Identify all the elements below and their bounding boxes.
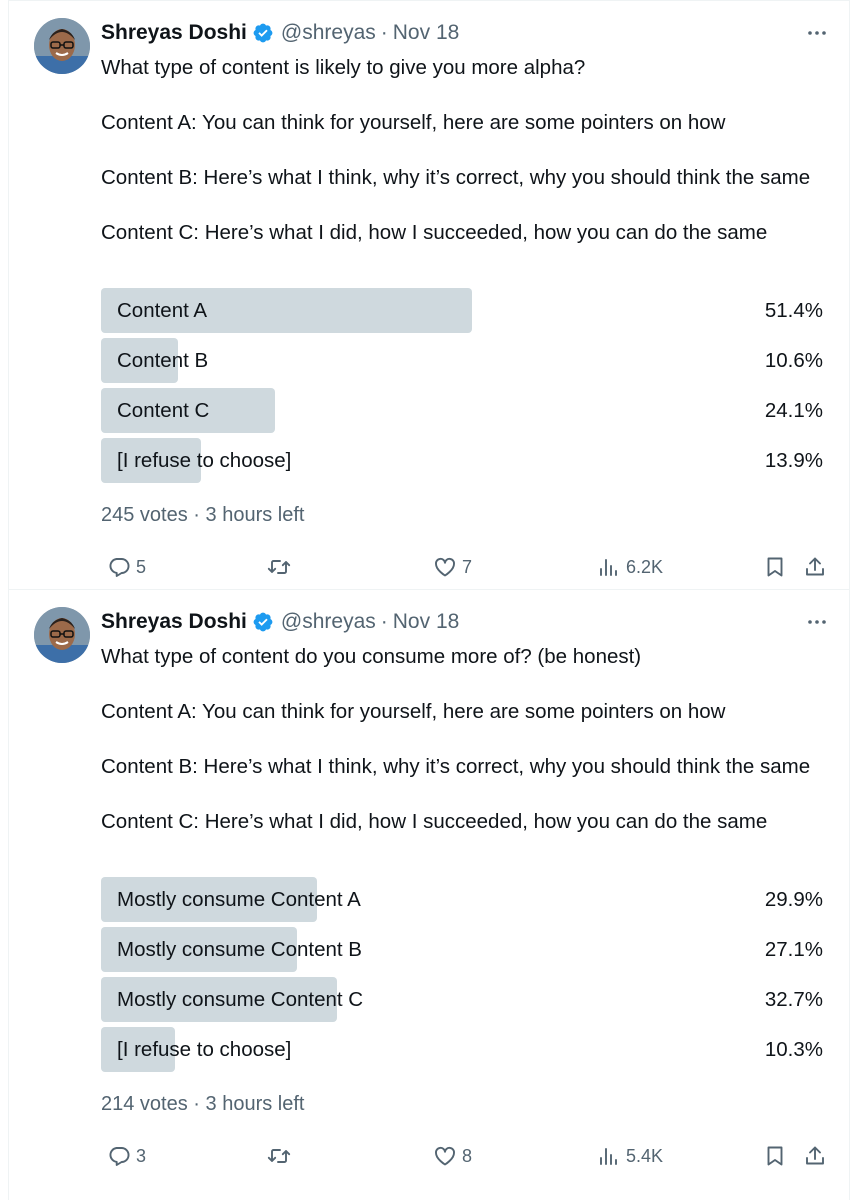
- tweet-1[interactable]: Shreyas Doshi @shreyas · Nov 18 What typ…: [9, 0, 849, 589]
- poll-option-label: Mostly consume Content C: [117, 988, 364, 1011]
- more-icon[interactable]: [805, 608, 829, 636]
- bookmark-icon: [767, 557, 783, 577]
- avatar[interactable]: [34, 607, 90, 663]
- views-icon: [600, 559, 617, 576]
- poll-option-label: Mostly consume Content B: [117, 938, 362, 961]
- tweet-line-b: Content B: Here’s what I think, why it’s…: [101, 755, 811, 778]
- more-icon[interactable]: [805, 19, 829, 47]
- tweet-date[interactable]: Nov 18: [393, 608, 460, 636]
- views-icon: [600, 1148, 617, 1165]
- tweet-text: What type of content is likely to give y…: [101, 54, 813, 247]
- poll-option-percent: 24.1%: [764, 399, 823, 422]
- poll: Mostly consume Content A 29.9% Mostly co…: [101, 877, 823, 1077]
- like-button[interactable]: 8: [433, 1140, 472, 1172]
- tweet-header: Shreyas Doshi @shreyas · Nov 18: [101, 608, 829, 636]
- tweet-line-b: Content B: Here’s what I think, why it’s…: [101, 166, 811, 189]
- like-icon: [435, 1146, 455, 1166]
- author-handle[interactable]: @shreyas: [281, 608, 376, 636]
- view-count: 6.2K: [626, 556, 664, 577]
- retweet-button[interactable]: [266, 1140, 297, 1172]
- poll-option-percent: 27.1%: [764, 938, 823, 961]
- avatar[interactable]: [34, 18, 90, 74]
- poll-option-label: Content B: [117, 349, 209, 372]
- poll-option-label: Mostly consume Content A: [117, 888, 361, 911]
- poll-option-label: [I refuse to choose]: [117, 1038, 292, 1061]
- author-handle[interactable]: @shreyas: [281, 19, 376, 47]
- author-name[interactable]: Shreyas Doshi: [101, 608, 247, 636]
- poll-option[interactable]: Content C 24.1%: [101, 388, 823, 433]
- poll-time-left: 3 hours left: [205, 1093, 305, 1115]
- retweet-icon: [267, 1149, 291, 1163]
- like-count: 7: [462, 556, 473, 577]
- tweet-line-c: Content C: Here’s what I did, how I succ…: [101, 810, 768, 833]
- poll-option[interactable]: [I refuse to choose] 13.9%: [101, 438, 823, 483]
- share-button[interactable]: [803, 1140, 827, 1172]
- reply-button[interactable]: 3: [107, 1140, 146, 1172]
- tweet-line-a: Content A: You can think for yourself, h…: [101, 700, 726, 723]
- poll-option-percent: 10.3%: [764, 1038, 823, 1061]
- tweet-2[interactable]: Shreyas Doshi @shreyas · Nov 18 What typ…: [9, 589, 849, 1178]
- bookmark-icon: [767, 1146, 783, 1166]
- like-icon: [435, 557, 455, 577]
- bookmark-button[interactable]: [763, 551, 787, 583]
- poll-option-label: [I refuse to choose]: [117, 449, 292, 472]
- share-icon: [806, 1146, 824, 1165]
- poll-option[interactable]: Mostly consume Content A 29.9%: [101, 877, 823, 922]
- verified-badge-icon: [252, 611, 274, 633]
- poll-meta: 245 votes · 3 hours left: [101, 501, 304, 529]
- action-bar: 5 7 6.2K: [101, 551, 829, 583]
- poll-option-percent: 32.7%: [764, 988, 823, 1011]
- action-bar: 3 8 5.4K: [101, 1140, 829, 1172]
- poll-option-percent: 10.6%: [764, 349, 823, 372]
- bookmark-button[interactable]: [763, 1140, 787, 1172]
- views-button[interactable]: 5.4K: [597, 1140, 663, 1172]
- retweet-button[interactable]: [266, 551, 297, 583]
- views-button[interactable]: 6.2K: [597, 551, 663, 583]
- tweet-line-a: Content A: You can think for yourself, h…: [101, 111, 726, 134]
- poll-option-label: Content C: [117, 399, 210, 422]
- poll-option[interactable]: Mostly consume Content B 27.1%: [101, 927, 823, 972]
- poll-meta: 214 votes · 3 hours left: [101, 1090, 304, 1118]
- tweet-line-c: Content C: Here’s what I did, how I succ…: [101, 221, 768, 244]
- view-count: 5.4K: [626, 1145, 664, 1166]
- tweet-text: What type of content do you consume more…: [101, 643, 813, 836]
- poll-option[interactable]: Content A 51.4%: [101, 288, 823, 333]
- poll-option[interactable]: Mostly consume Content C 32.7%: [101, 977, 823, 1022]
- poll-option-percent: 29.9%: [764, 888, 823, 911]
- reply-icon: [109, 558, 130, 577]
- reply-button[interactable]: 5: [107, 551, 146, 583]
- like-button[interactable]: 7: [433, 551, 472, 583]
- poll: Content A 51.4% Content B 10.6% Content …: [101, 288, 823, 488]
- reply-count: 3: [136, 1145, 147, 1166]
- poll-votes: 214 votes: [101, 1093, 188, 1115]
- poll-option-label: Content A: [117, 299, 208, 322]
- separator: ·: [380, 610, 388, 633]
- verified-badge-icon: [252, 22, 274, 44]
- timeline: Shreyas Doshi @shreyas · Nov 18 What typ…: [8, 0, 850, 1200]
- tweet-question: What type of content do you consume more…: [101, 645, 642, 668]
- separator: ·: [193, 1093, 200, 1115]
- like-count: 8: [462, 1145, 473, 1166]
- poll-option[interactable]: Content B 10.6%: [101, 338, 823, 383]
- share-button[interactable]: [803, 551, 827, 583]
- tweet-date[interactable]: Nov 18: [393, 19, 460, 47]
- separator: ·: [380, 21, 388, 44]
- tweet-question: What type of content is likely to give y…: [101, 56, 586, 79]
- reply-icon: [109, 1147, 130, 1166]
- reply-count: 5: [136, 556, 147, 577]
- poll-option[interactable]: [I refuse to choose] 10.3%: [101, 1027, 823, 1072]
- share-icon: [806, 557, 824, 576]
- poll-option-percent: 13.9%: [764, 449, 823, 472]
- poll-option-percent: 51.4%: [764, 299, 823, 322]
- separator: ·: [193, 504, 200, 526]
- poll-time-left: 3 hours left: [205, 504, 305, 526]
- author-name[interactable]: Shreyas Doshi: [101, 19, 247, 47]
- tweet-header: Shreyas Doshi @shreyas · Nov 18: [101, 19, 829, 47]
- poll-votes: 245 votes: [101, 504, 188, 526]
- retweet-icon: [267, 560, 291, 574]
